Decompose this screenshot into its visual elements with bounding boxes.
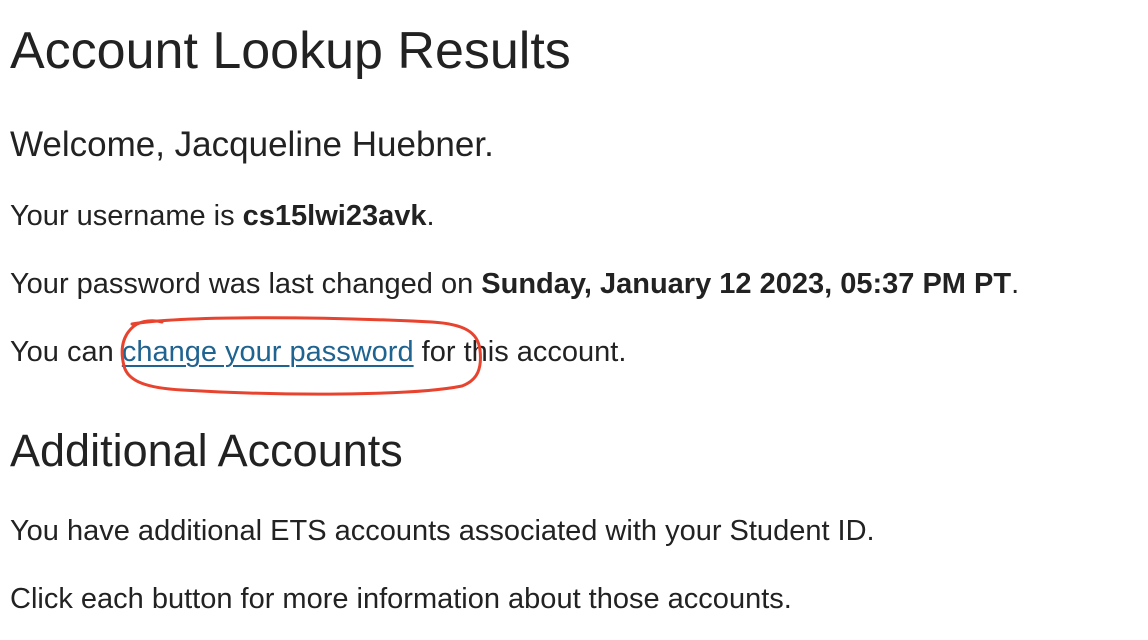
- password-changed-suffix: .: [1011, 268, 1020, 300]
- password-changed-line: Your password was last changed on Sunday…: [10, 267, 1019, 302]
- page-title: Account Lookup Results: [10, 22, 571, 80]
- change-password-prefix: You can: [10, 336, 122, 368]
- username-prefix: Your username is: [10, 200, 243, 232]
- change-password-link[interactable]: change your password: [122, 336, 414, 368]
- username-suffix: .: [426, 200, 435, 232]
- password-changed-date: Sunday, January 12 2023, 05:37 PM PT: [481, 268, 1012, 300]
- username-value: cs15lwi23avk: [242, 200, 427, 232]
- username-line: Your username is cs15lwi23avk.: [10, 199, 435, 234]
- additional-accounts-info: You have additional ETS accounts associa…: [10, 515, 875, 547]
- password-changed-prefix: Your password was last changed on: [10, 268, 482, 300]
- change-password-line: You can change your password for this ac…: [10, 335, 626, 370]
- welcome-message: Welcome, Jacqueline Huebner.: [10, 125, 494, 164]
- additional-accounts-instructions: Click each button for more information a…: [10, 583, 792, 615]
- additional-accounts-heading: Additional Accounts: [10, 425, 403, 476]
- change-password-suffix: for this account.: [413, 336, 627, 368]
